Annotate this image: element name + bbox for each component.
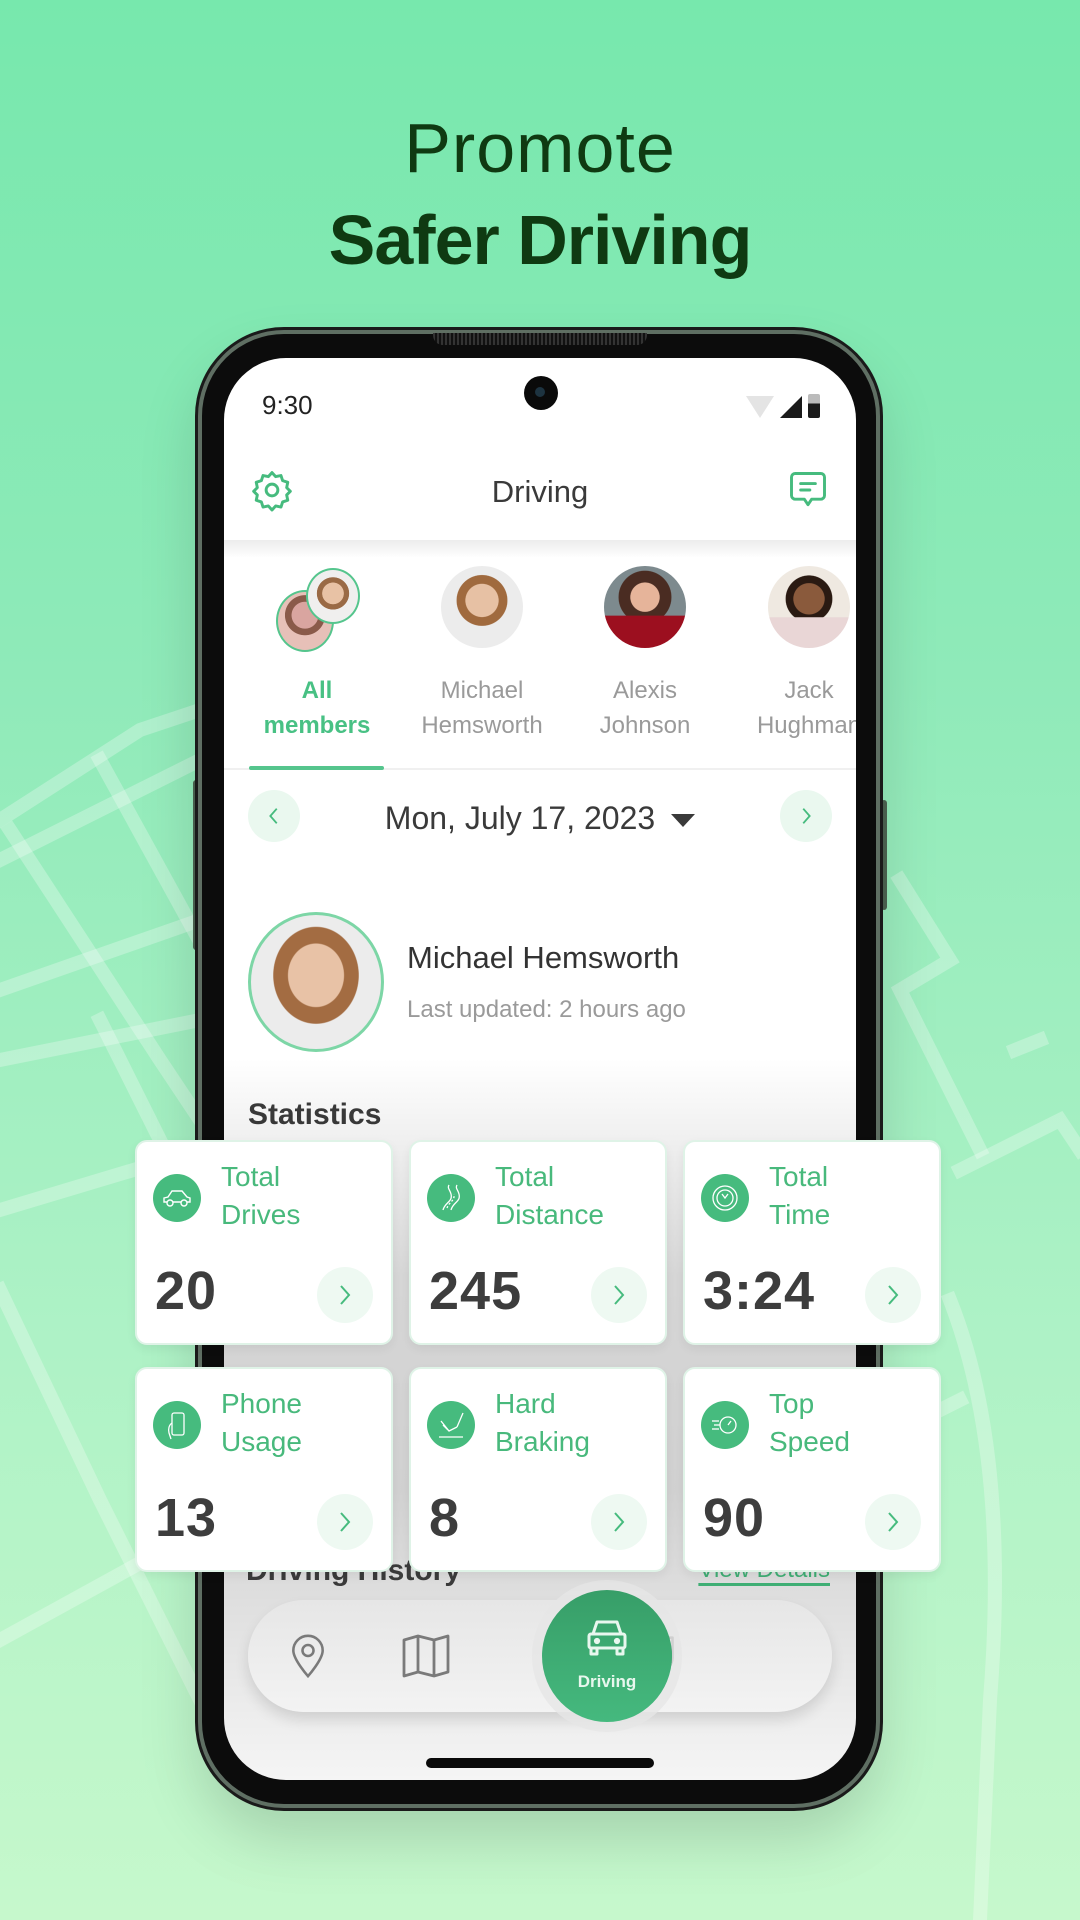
- tab-label-line2: Johnson: [599, 712, 691, 739]
- next-date-button[interactable]: [780, 790, 832, 842]
- phone-hand-icon: [153, 1401, 201, 1449]
- nav-driving[interactable]: Driving: [542, 1590, 672, 1722]
- tab-label-line1: Michael: [440, 677, 524, 704]
- nav-map[interactable]: [398, 1628, 454, 1684]
- chevron-right-icon: [888, 1512, 899, 1532]
- card-label-line1: Phone: [221, 1388, 302, 1419]
- card-value: 20: [155, 1261, 218, 1321]
- location-pin-icon: [292, 1634, 324, 1679]
- avatar-group-front: [306, 568, 360, 624]
- card-value: 3:24: [703, 1261, 816, 1321]
- front-camera: [524, 376, 558, 410]
- card-label-line1: Top: [769, 1388, 815, 1419]
- profile-last-updated: Last updated: 2 hours ago: [407, 996, 686, 1023]
- caret-down-icon: [671, 814, 696, 828]
- avatar-michael: [441, 566, 523, 648]
- card-value: 13: [155, 1488, 218, 1548]
- tab-label-line2: Hemsworth: [421, 712, 543, 739]
- card-label-line1: Hard: [495, 1388, 556, 1419]
- status-icons: [746, 394, 820, 418]
- stat-card-total-drives[interactable]: Total Drives 20: [135, 1140, 393, 1345]
- nav-driving-label: Driving: [577, 1672, 637, 1691]
- stat-card-total-time[interactable]: Total Time 3:24: [683, 1140, 941, 1345]
- header-title: Driving: [491, 474, 589, 509]
- stat-card-top-speed[interactable]: Top Speed 90: [683, 1367, 941, 1572]
- chat-message-icon[interactable]: [786, 468, 830, 512]
- card-value: 8: [429, 1488, 461, 1548]
- card-label-line2: Time: [769, 1199, 831, 1230]
- card-label-line2: Distance: [495, 1199, 604, 1230]
- speedometer-icon: [701, 1401, 749, 1449]
- card-label-line2: Usage: [221, 1426, 302, 1457]
- bottom-nav: [248, 1600, 832, 1712]
- nav-location[interactable]: [280, 1628, 336, 1684]
- card-label-line1: Total: [769, 1161, 829, 1192]
- status-time: 9:30: [262, 390, 313, 420]
- card-label-line1: Total: [495, 1161, 555, 1192]
- profile-avatar: [248, 912, 384, 1052]
- tab-label-line1: All: [301, 677, 333, 704]
- stat-card-hard-braking[interactable]: Hard Braking 8: [409, 1367, 667, 1572]
- card-arrow-button[interactable]: [865, 1267, 921, 1323]
- battery-icon: [808, 394, 820, 418]
- active-tab-indicator: [249, 766, 384, 770]
- signal-icon: [780, 396, 802, 418]
- tab-label-line1: Alexis: [612, 677, 678, 704]
- card-arrow-button[interactable]: [317, 1494, 373, 1550]
- car-icon: [153, 1174, 201, 1222]
- phone-speaker: [433, 333, 647, 345]
- clock-icon: [701, 1174, 749, 1222]
- road-icon: [427, 1174, 475, 1222]
- card-value: 245: [429, 1261, 523, 1321]
- headline-promote: Promote: [404, 109, 676, 187]
- card-arrow-button[interactable]: [865, 1494, 921, 1550]
- avatar-alexis: [604, 566, 686, 648]
- card-label-line2: Drives: [221, 1199, 301, 1230]
- member-tabs: All members Michael Hemsworth Alexis Joh…: [224, 558, 856, 770]
- headline-safer-driving: Safer Driving: [328, 201, 753, 279]
- card-label-line2: Speed: [769, 1426, 850, 1457]
- map-icon: [402, 1634, 450, 1678]
- chevron-right-icon: [802, 808, 811, 824]
- tab-label-line2: Hughman: [756, 712, 856, 739]
- app-header: Driving: [224, 448, 856, 540]
- stat-card-phone-usage[interactable]: Phone Usage 13: [135, 1367, 393, 1572]
- avatar-jack: [768, 566, 850, 648]
- chevron-right-icon: [614, 1285, 625, 1305]
- card-value: 90: [703, 1488, 766, 1548]
- card-arrow-button[interactable]: [591, 1494, 647, 1550]
- card-arrow-button[interactable]: [591, 1267, 647, 1323]
- car-front-icon: [587, 1620, 627, 1656]
- date-label: Mon, July 17, 2023: [384, 800, 656, 836]
- card-label-line2: Braking: [495, 1426, 590, 1457]
- chevron-right-icon: [340, 1285, 351, 1305]
- chevron-right-icon: [614, 1512, 625, 1532]
- card-label-line1: Total: [221, 1161, 281, 1192]
- chevron-right-icon: [340, 1512, 351, 1532]
- header-divider: [224, 540, 856, 558]
- chevron-right-icon: [888, 1285, 899, 1305]
- wifi-icon: [746, 396, 774, 418]
- home-indicator: [426, 1758, 654, 1768]
- card-arrow-button[interactable]: [317, 1267, 373, 1323]
- brake-pedal-icon: [427, 1401, 475, 1449]
- profile-name: Michael Hemsworth: [407, 940, 680, 975]
- tab-label-line1: Jack: [784, 677, 834, 704]
- date-dropdown[interactable]: Mon, July 17, 2023: [224, 800, 856, 837]
- tab-label-line2: members: [263, 712, 371, 739]
- stat-card-total-distance[interactable]: Total Distance 245: [409, 1140, 667, 1345]
- date-selector: Mon, July 17, 2023: [224, 790, 856, 846]
- phone-side-button-right: [881, 800, 887, 910]
